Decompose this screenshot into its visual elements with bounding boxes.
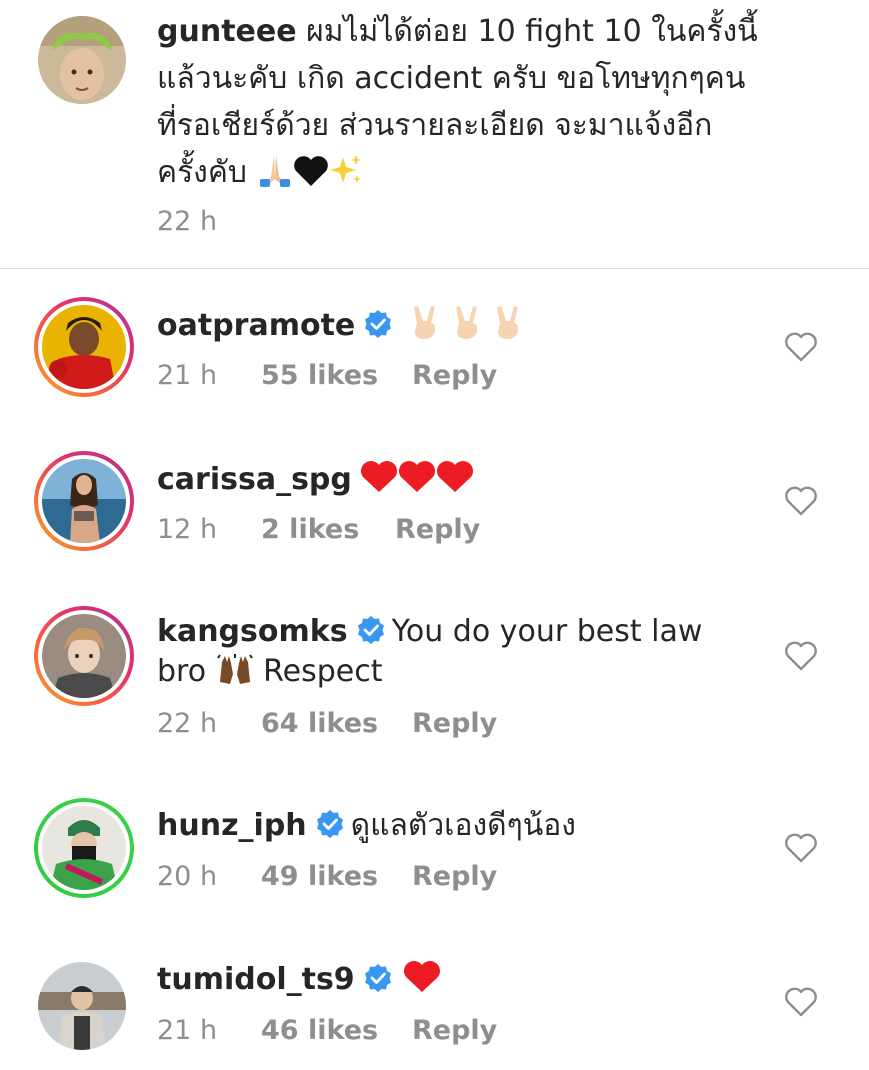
red-heart-icon — [360, 460, 398, 505]
red-heart-icon — [403, 960, 441, 1005]
comment-likes[interactable]: 46 likes — [261, 1015, 412, 1046]
comment-body: ดูแลตัวเองดีๆน้อง — [350, 808, 576, 843]
like-heart-icon[interactable] — [784, 485, 818, 517]
reply-button[interactable]: Reply — [412, 360, 497, 391]
caption-avatar[interactable] — [38, 16, 126, 104]
comment-text: carissa_spg — [157, 460, 779, 505]
comment-avatar[interactable] — [34, 606, 134, 706]
caption-username[interactable]: gunteee — [157, 14, 297, 49]
comment-username[interactable]: tumidol_ts9 — [157, 962, 355, 997]
comment-avatar[interactable] — [34, 451, 134, 551]
comment-username[interactable]: oatpramote — [157, 308, 355, 343]
verified-badge-icon — [356, 615, 386, 645]
comment-likes[interactable]: 2 likes — [261, 514, 395, 545]
caption-text: gunteee ผมไม่ได้ต่อย 10 fight 10 ในครั้ง… — [157, 12, 829, 198]
caption-meta: 22 h — [157, 206, 261, 237]
red-heart-icon — [398, 460, 436, 505]
sparkles-icon — [329, 153, 363, 198]
raising-hands-icon — [216, 652, 254, 697]
avatar-photo — [42, 305, 126, 389]
reply-button[interactable]: Reply — [412, 1015, 497, 1046]
victory-hand-icon — [492, 304, 524, 351]
comment-likes[interactable]: 49 likes — [261, 861, 412, 892]
reply-button[interactable]: Reply — [412, 708, 497, 739]
folded-hands-icon — [257, 153, 293, 198]
comment-text: tumidol_ts9 — [157, 960, 779, 1005]
verified-badge-icon — [363, 309, 393, 339]
avatar-photo — [38, 962, 126, 1050]
red-heart-icon — [436, 460, 474, 505]
verified-badge-icon — [363, 963, 393, 993]
caption-line-2: แล้วนะคับ เกิด accident ครับ ขอโทษทุกๆคน — [157, 61, 746, 96]
comment-time[interactable]: 21 h — [157, 360, 261, 391]
avatar-photo — [38, 16, 126, 104]
comment-body: You do your best law — [391, 614, 703, 649]
caption-line-1: ผมไม่ได้ต่อย 10 fight 10 ในครั้งนี้ — [296, 14, 758, 49]
comment-avatar[interactable] — [38, 962, 126, 1050]
comment-username[interactable]: hunz_iph — [157, 808, 307, 843]
like-heart-icon[interactable] — [784, 986, 818, 1018]
comment-text: oatpramote — [157, 304, 779, 351]
comment-time[interactable]: 22 h — [157, 708, 261, 739]
reply-button[interactable]: Reply — [412, 861, 497, 892]
like-heart-icon[interactable] — [784, 832, 818, 864]
comment-time[interactable]: 12 h — [157, 514, 261, 545]
comment-username[interactable]: kangsomks — [157, 614, 348, 649]
like-heart-icon[interactable] — [784, 331, 818, 363]
victory-hand-icon — [451, 304, 483, 351]
comment-avatar[interactable] — [34, 798, 134, 898]
comment-meta: 22 h 64 likes Reply — [157, 708, 497, 739]
comment-time[interactable]: 21 h — [157, 1015, 261, 1046]
avatar-photo — [42, 614, 126, 698]
comment-text: kangsomks You do your best law bro Respe… — [157, 612, 779, 697]
caption-line-4: ครั้งคับ — [157, 155, 247, 190]
reply-button[interactable]: Reply — [395, 514, 480, 545]
comment-meta: 20 h 49 likes Reply — [157, 861, 497, 892]
comment-likes[interactable]: 64 likes — [261, 708, 412, 739]
comment-username[interactable]: carissa_spg — [157, 462, 352, 497]
comment-text: hunz_iph ดูแลตัวเองดีๆน้อง — [157, 806, 779, 846]
comment-meta: 12 h 2 likes Reply — [157, 514, 480, 545]
verified-badge-icon — [315, 809, 345, 839]
divider — [0, 268, 869, 269]
comment-meta: 21 h 55 likes Reply — [157, 360, 497, 391]
avatar-photo — [42, 806, 126, 890]
comment-body: bro — [157, 654, 207, 689]
caption-line-3: ที่รอเชียร์ด้วย ส่วนรายละเอียด จะมาแจ้งอ… — [157, 108, 713, 143]
black-heart-icon — [293, 155, 329, 198]
comment-avatar[interactable] — [34, 297, 134, 397]
comment-meta: 21 h 46 likes Reply — [157, 1015, 497, 1046]
comment-likes[interactable]: 55 likes — [261, 360, 412, 391]
like-heart-icon[interactable] — [784, 640, 818, 672]
victory-hand-icon — [409, 304, 441, 351]
caption-time[interactable]: 22 h — [157, 206, 261, 237]
comment-time[interactable]: 20 h — [157, 861, 261, 892]
avatar-photo — [42, 459, 126, 543]
post-caption: gunteee ผมไม่ได้ต่อย 10 fight 10 ในครั้ง… — [0, 0, 869, 268]
comment-body: Respect — [263, 654, 383, 689]
